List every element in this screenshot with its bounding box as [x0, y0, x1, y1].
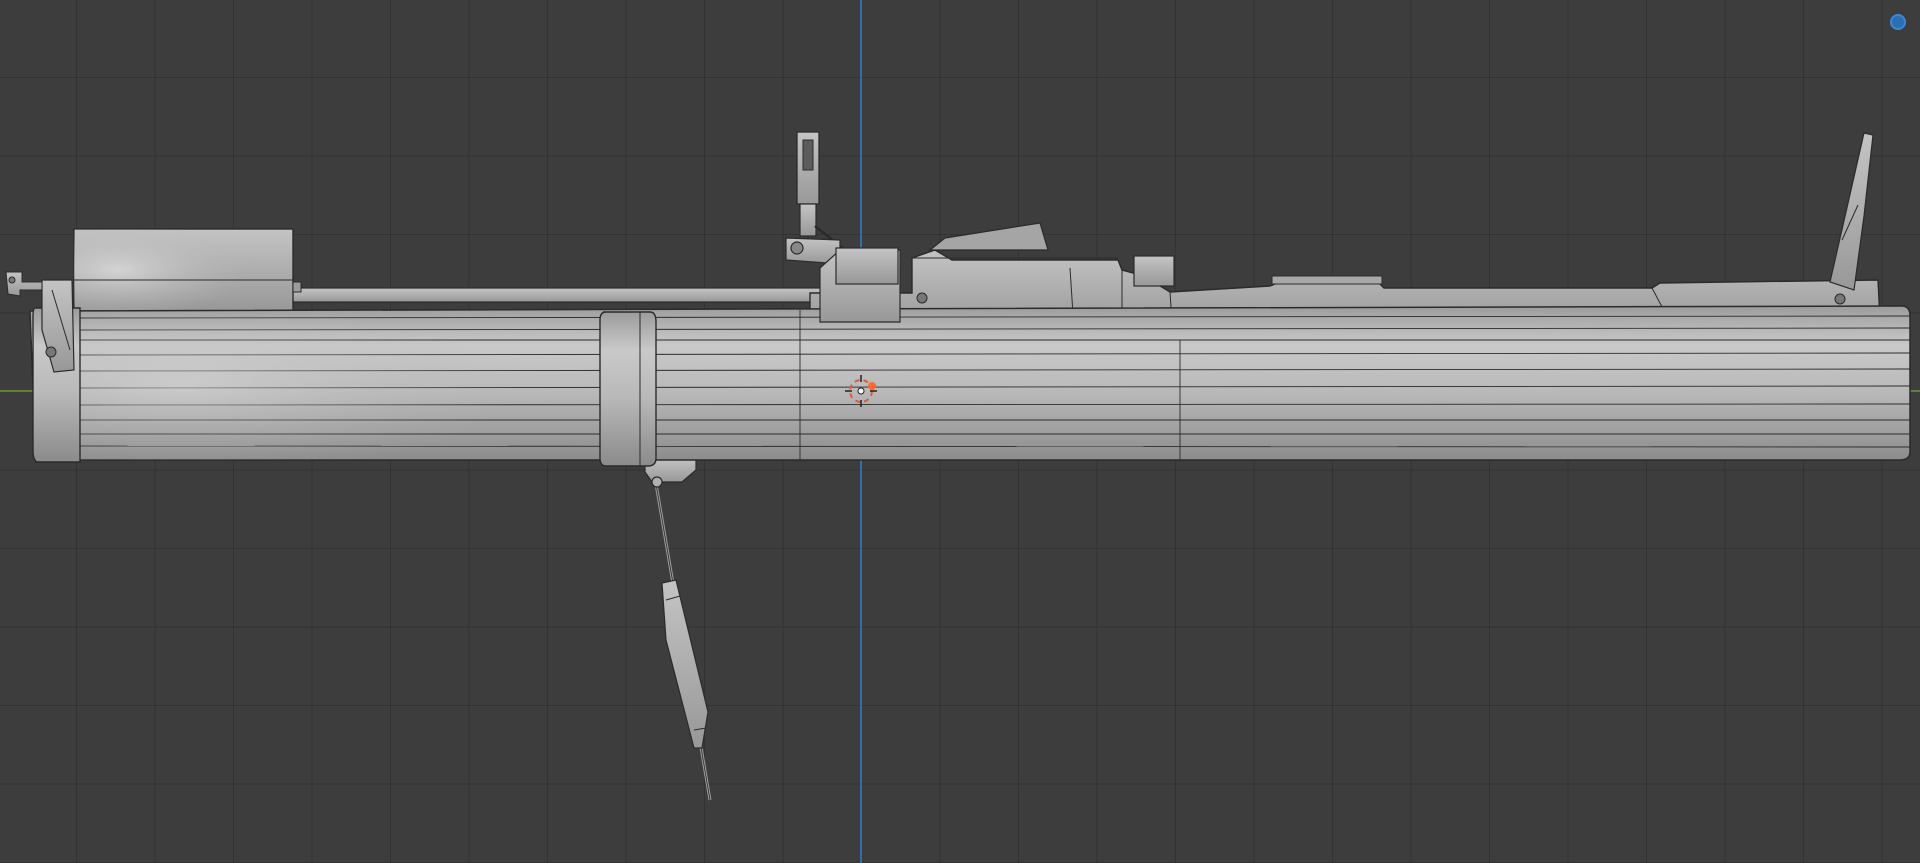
rear-end-cap[interactable]: [5, 271, 81, 463]
3d-viewport[interactable]: [0, 0, 1920, 863]
muzzle-sight[interactable]: [1829, 132, 1874, 291]
viewport-scene: [0, 0, 1920, 863]
launch-tube[interactable]: [29, 305, 1911, 463]
sling-weight[interactable]: [653, 477, 712, 801]
navigation-gizmo-icon[interactable]: [1890, 14, 1906, 30]
sight-box[interactable]: [73, 228, 302, 312]
tube-clamp-ring[interactable]: [599, 311, 657, 467]
rod[interactable]: [289, 287, 831, 303]
